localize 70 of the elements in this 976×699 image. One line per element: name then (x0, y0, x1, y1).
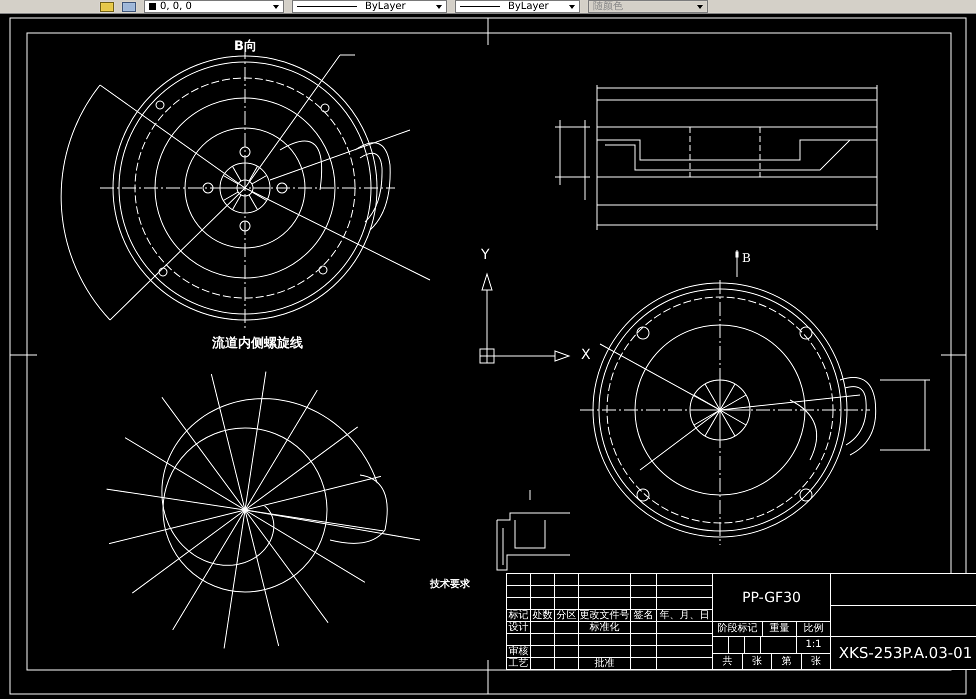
caret-icon (697, 4, 703, 8)
spiral-title: 流道内侧螺旋线 (212, 337, 303, 350)
title-block-cell (657, 622, 713, 634)
title-block-label: 标记 (507, 610, 531, 622)
line-sample-icon (297, 6, 357, 7)
sheet-label: 共 (713, 654, 742, 670)
title-block-cell (531, 586, 555, 598)
title-block-cell (631, 646, 657, 658)
title-block-cell (631, 598, 657, 610)
notes-title: 技术要求 (430, 580, 470, 590)
title-block-cell (555, 622, 579, 634)
title-block-cell (657, 634, 713, 646)
dropdown[interactable]: 0, 0, 0 (144, 0, 284, 13)
title-block-cell (631, 622, 657, 634)
sheet-label: 张 (742, 654, 772, 670)
title-block-cell (657, 646, 713, 658)
linetype-value: ByLayer (365, 2, 406, 12)
title-block-cell (713, 637, 729, 654)
title-block-cell (745, 637, 761, 654)
sheet-label: 张 (802, 654, 831, 670)
title-block-label: 批准 (579, 658, 631, 670)
title-block-cell (555, 634, 579, 646)
title-block-cell (631, 586, 657, 598)
caret-icon (569, 4, 575, 8)
title-block-cell (579, 598, 631, 610)
material-text: PP-GF30 (713, 574, 831, 622)
title-block-cell (579, 634, 631, 646)
title-block-label: 分区 (555, 610, 579, 622)
title-block-cell (657, 598, 713, 610)
title-block-label: 年、月、日 (657, 610, 713, 622)
title-block-label: 阶段标记 (713, 622, 763, 637)
title-block-label: 重量 (763, 622, 797, 637)
title-block-cell (555, 586, 579, 598)
view-arrow-icon (736, 250, 738, 278)
title-block-cell (531, 622, 555, 634)
title-block-cell (631, 634, 657, 646)
plotstyle-value: 随颜色 (593, 2, 623, 12)
scale-value: 1:1 (797, 637, 831, 654)
dropdown[interactable]: ByLayer (455, 0, 580, 13)
title-block-cell (531, 646, 555, 658)
title-block-cell (555, 646, 579, 658)
x-axis-label: X (581, 348, 591, 362)
drawing-number: XKS-253P.A.03-01 (831, 637, 976, 670)
caret-icon (436, 4, 442, 8)
title-block-label: 比例 (797, 622, 831, 637)
lineweight-value: ByLayer (508, 2, 549, 12)
line-sample-icon (460, 6, 500, 7)
title-block-cell (555, 598, 579, 610)
title-block-cell (729, 637, 745, 654)
caret-icon (273, 4, 279, 8)
title-block-label: 更改文件号 (579, 610, 631, 622)
y-axis-label: Y (481, 248, 490, 262)
title-block-cell (531, 598, 555, 610)
title-block-label: 处数 (531, 610, 555, 622)
title-block-cell (531, 634, 555, 646)
title-block-cell (579, 646, 631, 658)
title-block-label: 设计 (507, 622, 531, 634)
color-swatch-icon (149, 3, 156, 10)
title-block-label: 签名 (631, 610, 657, 622)
ucs-axes-icon (480, 272, 570, 364)
title-block-cell (761, 637, 797, 654)
dropdown[interactable]: ByLayer (292, 0, 447, 13)
title-block-label: 标准化 (579, 622, 631, 634)
title-block-label: 审核 (507, 646, 531, 658)
title-block-cell (579, 586, 631, 598)
title-block-cell (657, 586, 713, 598)
color-value: 0, 0, 0 (160, 2, 192, 12)
view-arrow-label: B (742, 252, 751, 264)
title-block-label: 工艺 (507, 658, 531, 670)
sheet-label: 第 (772, 654, 802, 670)
